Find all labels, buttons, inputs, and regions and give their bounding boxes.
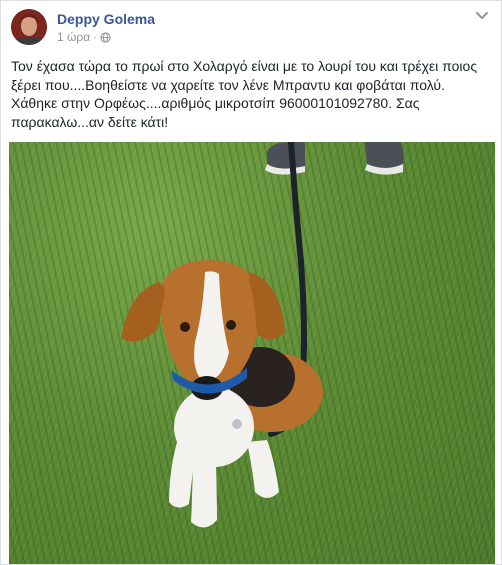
dog-photo-illustration [121,142,404,528]
author-avatar[interactable] [11,9,47,45]
meta-separator: · [93,30,98,44]
facebook-post-card: Deppy Golema 1 ώρα · Τον έχασα τώρα το π… [0,0,502,565]
sneaker-right [365,142,404,175]
globe-icon[interactable] [100,31,111,43]
post-timestamp[interactable]: 1 ώρα [57,30,90,44]
chevron-down-icon[interactable] [475,11,489,21]
beagle-dog [121,260,323,528]
post-photo[interactable] [9,142,495,564]
sneaker-left [265,142,305,175]
author-name-link[interactable]: Deppy Golema [57,11,155,27]
post-meta: 1 ώρα · [57,30,111,44]
post-text: Τον έχασα τώρα το πρωί στο Χολαργό είναι… [11,58,478,130]
